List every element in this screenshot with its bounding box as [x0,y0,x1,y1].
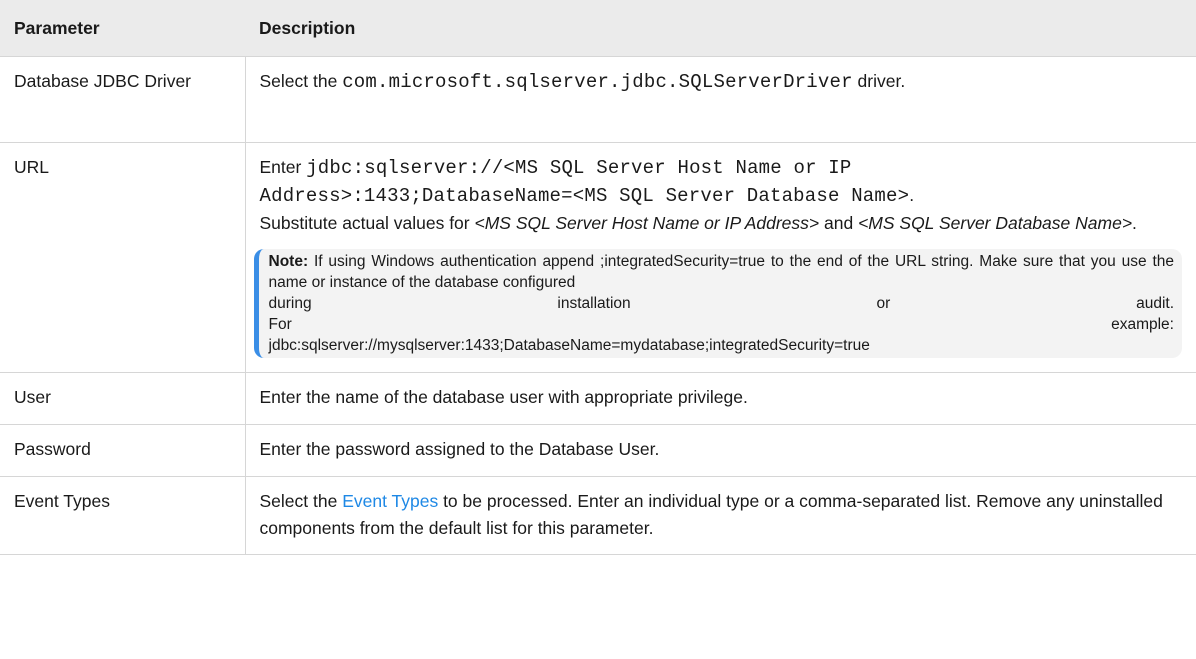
param-description: Select the Event Types to be processed. … [245,476,1196,555]
note-word: during [268,295,312,312]
desc-text: . [1132,213,1137,233]
table-row: Password Enter the password assigned to … [0,424,1196,477]
desc-text: and [819,213,859,233]
header-parameter: Parameter [0,0,245,57]
param-name: User [0,372,246,425]
url-description: Enter jdbc:sqlserver://<MS SQL Server Ho… [260,154,1183,237]
desc-text: Select the [259,491,343,511]
note-word: installation [557,295,631,312]
note-callout: Note: If using Windows authentication ap… [253,249,1182,358]
note-word: or [876,295,891,312]
note-example-url: jdbc:sqlserver://mysqlserver:1433;Databa… [268,337,870,354]
table-row: Event Types Select the Event Types to be… [0,476,1196,555]
param-description: Select the com.microsoft.sqlserver.jdbc.… [245,56,1196,143]
param-name: Database JDBC Driver [0,56,246,143]
event-types-link[interactable]: Event Types [342,491,438,511]
param-description: Enter the name of the database user with… [245,372,1196,425]
table-row: User Enter the name of the database user… [0,372,1196,425]
note-line-2: during installation or audit. [269,293,1175,314]
placeholder-host: <MS SQL Server Host Name or IP Address> [474,213,820,233]
note-line-3: For example: [269,314,1175,335]
desc-text: Substitute actual values for [259,213,475,233]
note-word: audit. [1136,295,1174,312]
param-description: Enter the password assigned to the Datab… [245,424,1196,477]
table-header-row: Parameter Description [0,0,1196,57]
table-row: URL Enter jdbc:sqlserver://<MS SQL Serve… [0,142,1196,373]
note-label: Note: [268,253,309,270]
desc-text: . [909,185,915,205]
placeholder-database: <MS SQL Server Database Name> [858,213,1133,233]
param-name: Event Types [0,476,246,555]
note-word: example: [1111,316,1174,333]
parameter-table: Parameter Description Database JDBC Driv… [0,0,1196,555]
param-description: Enter jdbc:sqlserver://<MS SQL Server Ho… [245,142,1196,373]
param-name: Password [0,424,246,477]
header-description: Description [245,0,1196,57]
note-text: If using Windows authentication append ;… [268,253,1175,291]
url-code-line1: jdbc:sqlserver://<MS SQL Server Host Nam… [306,157,852,179]
table-row: Database JDBC Driver Select the com.micr… [0,56,1196,143]
desc-text: Enter [259,157,307,177]
desc-text: driver. [852,71,906,91]
driver-class-code: com.microsoft.sqlserver.jdbc.SQLServerDr… [342,71,853,93]
url-code-line2: Address>:1433;DatabaseName=<MS SQL Serve… [259,185,910,207]
note-line-1: Note: If using Windows authentication ap… [269,251,1175,293]
desc-text: Select the [259,71,343,91]
note-word: For [268,316,292,333]
param-name: URL [0,142,246,373]
